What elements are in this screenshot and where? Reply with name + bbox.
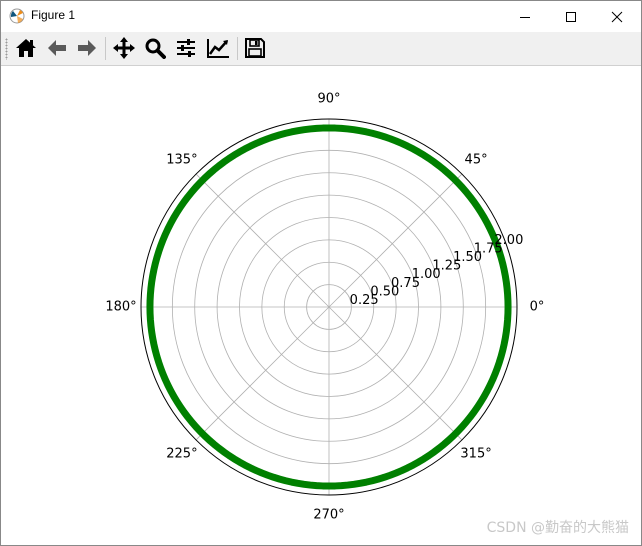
arrow-right-icon [78,40,96,56]
angular-tick-label: 270° [313,508,344,523]
radial-tick-label: 2.00 [494,233,523,248]
magnifier-icon [145,38,166,59]
plot-canvas[interactable]: 0° 45° 90° 135° 180° 225° 270° 315° 0.25 0.50 0.75… [1,66,641,545]
close-button[interactable] [594,1,640,32]
matplotlib-logo-icon [9,8,25,24]
angular-tick-label: 45° [465,152,488,167]
configure-subplots-button[interactable] [173,35,199,61]
arrow-left-icon [48,40,66,56]
navigation-toolbar [1,32,641,66]
angular-tick-label: 135° [166,152,197,167]
angular-gridline [328,306,463,441]
toolbar-separator [105,37,106,60]
save-button[interactable] [242,35,268,61]
window-title: Figure 1 [31,8,76,22]
watermark-text: CSDN @勤奋的大熊猫 [486,520,629,536]
maximize-button[interactable] [548,1,594,32]
angular-tick-label: 180° [105,300,136,315]
edit-axis-button[interactable] [205,35,231,61]
sliders-icon [177,39,195,57]
angular-tick-label: 225° [166,447,197,462]
angular-tick-label: 90° [317,92,340,107]
forward-button[interactable] [74,35,100,61]
figure-window: Figure 1 0° 45° 90° 135° 180° 225° 270° … [0,0,642,546]
angular-tick-label: 0° [530,300,545,315]
angular-gridline [195,173,330,308]
zoom-button[interactable] [142,35,168,61]
pan-button[interactable] [111,35,137,61]
minimize-button[interactable] [502,1,548,32]
line-chart-icon [207,39,229,58]
toolbar-separator [237,37,238,60]
home-button[interactable] [13,35,39,61]
angular-gridline [195,306,330,441]
move-icon [113,37,135,59]
maximize-icon [566,11,576,22]
back-button[interactable] [44,35,70,61]
title-bar: Figure 1 [1,1,641,32]
home-icon [16,39,36,57]
angular-tick-label: 315° [460,447,491,462]
polar-plot: 0°45°90°135°180°225°270°315°0.250.500.75… [105,92,545,523]
toolbar-grip[interactable] [5,38,8,60]
floppy-disk-icon [245,38,265,58]
minimize-icon [520,16,530,18]
close-icon [611,11,623,22]
